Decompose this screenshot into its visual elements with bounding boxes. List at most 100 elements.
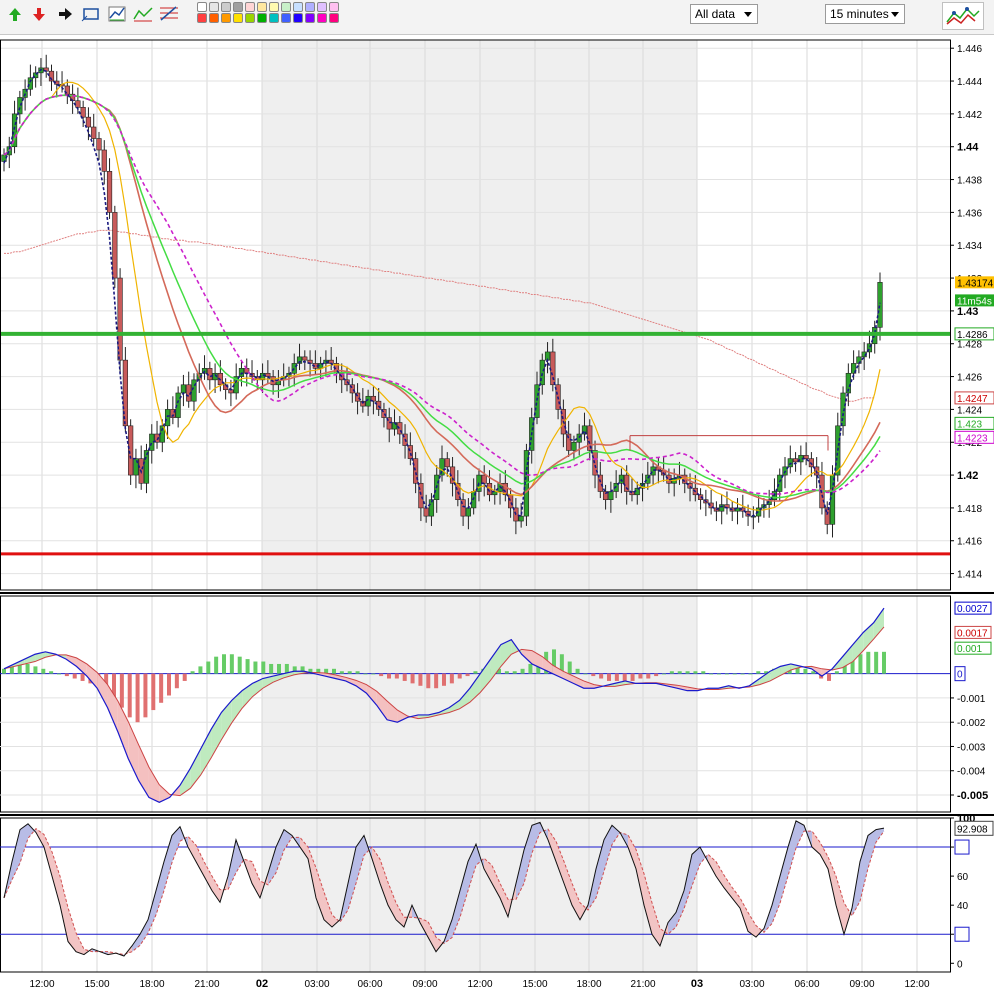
macd-hist-bar [473, 671, 478, 674]
interval-dropdown[interactable]: 15 minutes [825, 4, 905, 24]
color-swatch[interactable] [245, 2, 255, 12]
x-tick-label: 12:00 [29, 979, 54, 990]
rectangle-tool-icon[interactable] [80, 3, 102, 25]
price-tick-label: 1.424 [957, 405, 982, 416]
macd-hist-bar [724, 673, 729, 675]
x-tick-label: 18:00 [139, 979, 164, 990]
range-dropdown[interactable]: All data [690, 4, 758, 24]
macd-hist-bar [237, 656, 242, 674]
color-swatch[interactable] [209, 2, 219, 12]
color-swatch[interactable] [233, 2, 243, 12]
color-swatch[interactable] [329, 2, 339, 12]
macd-hist-bar [190, 671, 195, 674]
color-swatch[interactable] [245, 13, 255, 23]
color-swatch[interactable] [233, 13, 243, 23]
macd-hist-bar [261, 661, 266, 674]
chart-area[interactable]: 12:00 15:00 18:00 21:00 02 03:00 06:00 09:00 12:… [0, 35, 994, 994]
price-tick-label: 1.436 [957, 208, 982, 219]
macd-hist-bar [119, 673, 124, 708]
price-tag-label: 1.43174 [957, 278, 994, 289]
x-tick-label: 21:00 [194, 979, 219, 990]
candle-body [407, 445, 413, 459]
macd-hist-bar [339, 671, 344, 674]
macd-tick-label: -0.001 [957, 694, 986, 705]
candle-body [444, 458, 450, 468]
macd-tick-label: -0.005 [957, 790, 988, 802]
macd-tick-label: -0.003 [957, 742, 986, 753]
price-tick-label: 1.426 [957, 373, 982, 384]
color-swatch[interactable] [281, 2, 291, 12]
macd-hist-bar [528, 663, 533, 674]
trendline-tool-icon[interactable] [132, 3, 154, 25]
macd-hist-bar [646, 673, 651, 679]
fibonacci-tool-icon[interactable] [158, 3, 180, 25]
color-swatch[interactable] [257, 2, 267, 12]
candle-body [91, 126, 97, 139]
price-tick-label: 1.418 [957, 504, 982, 515]
macd-hist-bar [371, 673, 376, 675]
color-swatch[interactable] [221, 2, 231, 12]
candle-body [122, 359, 128, 427]
price-tag-label: 1.423 [957, 419, 982, 430]
macd-hist-bar [426, 673, 431, 689]
color-swatch[interactable] [197, 2, 207, 12]
indicator-tool-icon[interactable] [106, 3, 128, 25]
macd-hist-bar [858, 654, 863, 674]
macd-hist-bar [64, 673, 69, 677]
candle-body [539, 359, 545, 386]
price-tick-label: 1.43 [957, 306, 978, 318]
chevron-down-icon [891, 12, 899, 17]
candle-body [465, 507, 471, 517]
chart-layout-icon[interactable] [942, 2, 984, 30]
right-arrow-icon[interactable] [54, 3, 76, 25]
macd-hist-bar [332, 668, 336, 674]
color-swatch[interactable] [209, 13, 219, 23]
color-swatch[interactable] [293, 2, 303, 12]
candle-body [792, 458, 799, 463]
price-tick-label: 1.446 [957, 44, 982, 55]
color-swatch[interactable] [293, 13, 303, 23]
macd-hist-bar [834, 671, 839, 674]
color-swatch[interactable] [257, 13, 267, 23]
macd-hist-bar [347, 671, 352, 674]
macd-hist-bar [449, 673, 454, 684]
sell-arrow-icon[interactable] [28, 3, 50, 25]
color-swatch[interactable] [305, 2, 315, 12]
macd-hist-bar [701, 671, 706, 674]
macd-hist-bar [748, 673, 753, 675]
range-value: All data [695, 7, 736, 21]
color-swatch[interactable] [281, 13, 291, 23]
macd-hist-bar [57, 673, 61, 675]
candle-body [877, 282, 883, 328]
price-tick-label: 1.42 [957, 470, 978, 482]
x-tick-label: 06:00 [794, 979, 819, 990]
macd-hist-bar [229, 654, 234, 674]
color-swatch[interactable] [329, 13, 339, 23]
macd-hist-bar [2, 668, 6, 674]
macd-hist-bar [756, 671, 761, 674]
price-tag-label: 1.4223 [957, 433, 988, 444]
macd-hist-bar [677, 671, 682, 674]
candle-body [608, 491, 614, 501]
candle-body [597, 474, 603, 492]
macd-hist-bar [638, 673, 643, 679]
color-swatch[interactable] [221, 13, 231, 23]
buy-arrow-icon[interactable] [4, 3, 26, 25]
color-swatch[interactable] [269, 2, 279, 12]
price-tick-label: 1.428 [957, 340, 982, 351]
candle-body [518, 515, 524, 522]
price-tag-label: 1.4286 [957, 330, 988, 341]
macd-hist-bar [214, 656, 219, 674]
candle-body [75, 100, 81, 108]
candle-body [80, 107, 86, 118]
color-swatch[interactable] [317, 2, 327, 12]
x-tick-label: 12:00 [467, 979, 492, 990]
color-swatch[interactable] [305, 13, 315, 23]
x-tick-label: 02 [256, 978, 268, 990]
color-swatch[interactable] [197, 13, 207, 23]
color-swatch[interactable] [269, 13, 279, 23]
color-swatch[interactable] [317, 13, 327, 23]
macd-hist-bar [685, 671, 690, 674]
macd-hist-bar [379, 673, 384, 677]
x-tick-label: 06:00 [357, 979, 382, 990]
